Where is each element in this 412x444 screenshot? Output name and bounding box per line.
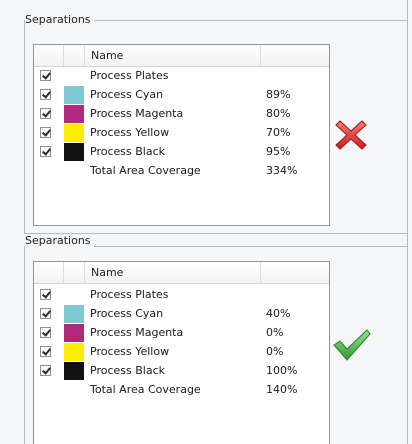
- total-area-coverage-label: Total Area Coverage: [90, 164, 201, 177]
- list-header-1[interactable]: Name: [34, 45, 329, 67]
- separation-row-process-black[interactable]: Process Black 95%: [34, 143, 329, 161]
- separation-row-process-black[interactable]: Process Black 100%: [34, 362, 329, 380]
- total-area-coverage-row[interactable]: Total Area Coverage 334%: [34, 162, 329, 180]
- yellow-swatch: [64, 124, 84, 142]
- separation-row-process-cyan[interactable]: Process Cyan 40%: [34, 305, 329, 323]
- row-checkbox[interactable]: [40, 89, 51, 100]
- separation-row-process-yellow[interactable]: Process Yellow 0%: [34, 343, 329, 361]
- separation-row-process-yellow[interactable]: Process Yellow 70%: [34, 124, 329, 142]
- yellow-swatch: [64, 343, 84, 361]
- separation-coverage: 80%: [266, 107, 291, 120]
- separation-row-process-plates[interactable]: Process Plates: [34, 286, 329, 304]
- black-swatch: [64, 143, 84, 161]
- row-checkbox[interactable]: [40, 108, 51, 119]
- name-column-header[interactable]: Name: [91, 266, 123, 279]
- separation-name: Process Plates: [90, 288, 169, 301]
- row-checkbox[interactable]: [40, 365, 51, 376]
- separation-name: Process Cyan: [90, 307, 164, 320]
- row-checkbox[interactable]: [40, 70, 51, 81]
- separation-row-process-magenta[interactable]: Process Magenta 0%: [34, 324, 329, 342]
- separations-group-title-2: Separations: [25, 234, 94, 247]
- black-swatch: [64, 362, 84, 380]
- cyan-swatch: [64, 305, 84, 323]
- red-x-icon: [335, 120, 367, 150]
- magenta-swatch: [64, 324, 84, 342]
- total-area-coverage-value: 334%: [266, 164, 298, 177]
- name-column-header[interactable]: Name: [91, 49, 123, 62]
- magenta-swatch: [64, 105, 84, 123]
- separation-coverage: 40%: [266, 307, 291, 320]
- separation-coverage: 100%: [266, 364, 298, 377]
- green-checkmark-icon: [333, 329, 371, 361]
- list-header-2[interactable]: Name: [34, 262, 329, 284]
- separation-name: Process Magenta: [90, 107, 184, 120]
- row-checkbox[interactable]: [40, 308, 51, 319]
- separations-list-2[interactable]: Name Process Plates Process Cyan 40% Pro…: [33, 261, 330, 444]
- separation-name: Process Black: [90, 145, 165, 158]
- window-right-edge: [407, 0, 408, 444]
- separation-name: Process Yellow: [90, 126, 170, 139]
- separation-coverage: 70%: [266, 126, 291, 139]
- separations-group-title-1: Separations: [25, 13, 94, 26]
- separation-coverage: 0%: [266, 326, 284, 339]
- total-area-coverage-label: Total Area Coverage: [90, 383, 201, 396]
- total-area-coverage-value: 140%: [266, 383, 298, 396]
- separations-comparison: Separations Name Process Plates Process …: [0, 0, 412, 444]
- separation-row-process-magenta[interactable]: Process Magenta 80%: [34, 105, 329, 123]
- total-area-coverage-row[interactable]: Total Area Coverage 140%: [34, 381, 329, 399]
- separation-name: Process Magenta: [90, 326, 184, 339]
- separation-row-process-cyan[interactable]: Process Cyan 89%: [34, 86, 329, 104]
- row-checkbox[interactable]: [40, 289, 51, 300]
- separations-list-1[interactable]: Name Process Plates Process Cyan 89% Pro…: [33, 44, 330, 226]
- separation-name: Process Yellow: [90, 345, 170, 358]
- cyan-swatch: [64, 86, 84, 104]
- row-checkbox[interactable]: [40, 146, 51, 157]
- row-checkbox[interactable]: [40, 346, 51, 357]
- row-checkbox[interactable]: [40, 327, 51, 338]
- separation-name: Process Plates: [90, 69, 169, 82]
- row-checkbox[interactable]: [40, 127, 51, 138]
- separation-row-process-plates[interactable]: Process Plates: [34, 67, 329, 85]
- separation-name: Process Black: [90, 364, 165, 377]
- separation-coverage: 89%: [266, 88, 291, 101]
- separation-name: Process Cyan: [90, 88, 164, 101]
- separation-coverage: 0%: [266, 345, 284, 358]
- separation-coverage: 95%: [266, 145, 291, 158]
